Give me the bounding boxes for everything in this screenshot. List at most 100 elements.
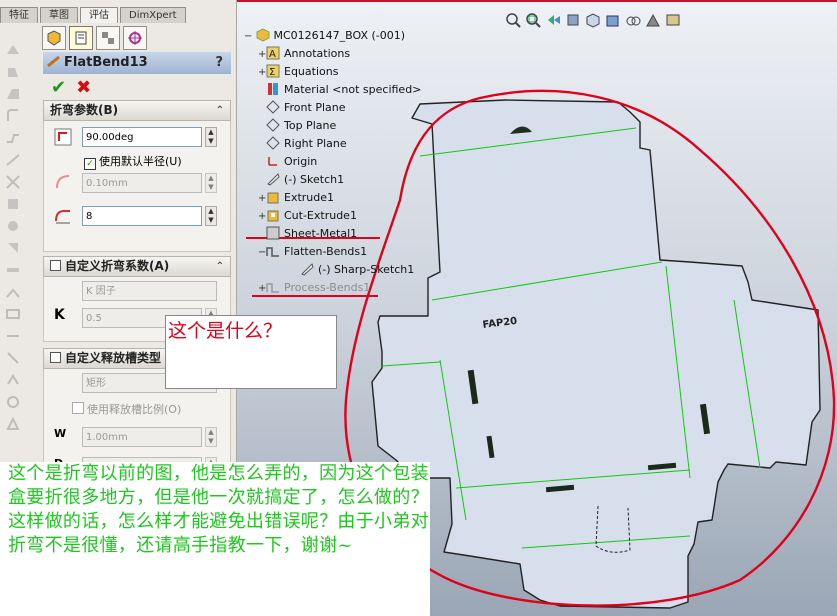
tree-item-label: Extrude1: [284, 191, 335, 204]
base-flange-icon[interactable]: [4, 41, 22, 59]
expand-icon[interactable]: +: [258, 47, 266, 63]
configuration-manager-tab[interactable]: [96, 26, 120, 50]
collapse-chevron-icon[interactable]: ⌃: [216, 101, 224, 120]
collapse-chevron-icon[interactable]: ⌃: [216, 257, 224, 276]
use-default-radius-checkbox[interactable]: ✓ 使用默认半径(U): [84, 153, 182, 170]
tree-item-right-plane[interactable]: Right Plane: [258, 136, 347, 152]
custom-bend-allowance-label: 自定义折弯系数(A): [65, 259, 170, 273]
tree-item-origin[interactable]: Origin: [258, 154, 317, 170]
tree-item-label: Material <not specified>: [284, 83, 422, 96]
tab-features[interactable]: 特征: [0, 7, 38, 23]
part-icon: [256, 28, 269, 42]
flatten-bends-icon: [266, 245, 284, 258]
tree-item-flatten-bends1[interactable]: − Flatten-Bends1: [258, 244, 367, 260]
plane-icon: [266, 118, 284, 132]
feature-title: FlatBend13: [64, 55, 148, 70]
unfold-icon[interactable]: [4, 261, 22, 279]
bend-angle-input[interactable]: 90.00deg: [82, 127, 202, 147]
custom-relief-checkbox[interactable]: [50, 352, 61, 363]
explanation-text: 这个是折弯以前的图，他是怎么弄的，因为这个包装盒要折很多地方，但是他一次就搞定了…: [8, 463, 429, 556]
previous-view-icon[interactable]: [545, 12, 561, 28]
tree-item-sheet-metal1[interactable]: Sheet-Metal1: [258, 226, 357, 242]
view-orientation-icon[interactable]: [585, 12, 601, 28]
welded-corner-icon[interactable]: [4, 217, 22, 235]
tree-item-label: Front Plane: [284, 101, 346, 114]
cancel-x-icon[interactable]: ✖: [76, 77, 91, 98]
tree-item-cut-extrude1[interactable]: + Cut-Extrude1: [258, 208, 357, 224]
extrude-icon: [266, 191, 284, 204]
zoom-to-fit-icon[interactable]: [505, 12, 521, 28]
miter-flange-icon[interactable]: [4, 85, 22, 103]
tab-evaluate[interactable]: 评估: [80, 7, 118, 23]
tree-item-label: Origin: [284, 155, 318, 168]
tree-item-label: Sheet-Metal1: [284, 227, 358, 240]
thickness-spinner[interactable]: ▲ ▼: [205, 206, 217, 226]
thickness-input[interactable]: 8: [82, 206, 202, 226]
bend-radius-spinner[interactable]: ▲ ▼: [205, 173, 217, 193]
tree-item-process-bends1[interactable]: + Process-Bends1: [258, 280, 370, 296]
bend-allowance-type-select[interactable]: K 因子: [82, 281, 217, 301]
expand-icon[interactable]: +: [258, 191, 266, 207]
jog-icon[interactable]: [4, 129, 22, 147]
heads-up-toolbar: [505, 12, 681, 28]
tab-dimxpert[interactable]: DimXpert: [120, 7, 186, 23]
sketched-bend-icon[interactable]: [4, 151, 22, 169]
no-bends-icon[interactable]: [4, 327, 22, 345]
tree-item-top-plane[interactable]: Top Plane: [258, 118, 336, 134]
sheet-metal-part: [371, 99, 821, 609]
custom-bend-allowance-checkbox[interactable]: [50, 260, 61, 271]
expand-icon[interactable]: +: [258, 65, 266, 81]
apply-scene-icon[interactable]: [665, 12, 681, 28]
bend-radius-input[interactable]: 0.10mm: [82, 173, 202, 193]
break-corner-icon[interactable]: [4, 239, 22, 257]
edit-appearance-icon[interactable]: [645, 12, 661, 28]
tree-item-annotations[interactable]: + A Annotations: [258, 46, 350, 62]
use-relief-ratio-checkbox[interactable]: 使用释放槽比例(O): [72, 401, 181, 417]
collapse-icon[interactable]: −: [258, 245, 266, 261]
cross-break-icon[interactable]: [4, 173, 22, 191]
tree-item-label: Annotations: [284, 47, 351, 60]
expand-icon[interactable]: +: [258, 209, 266, 225]
tree-item-material-not-specified[interactable]: Material <not specified>: [258, 82, 421, 98]
tree-item-front-plane[interactable]: Front Plane: [258, 100, 346, 116]
tree-root[interactable]: − MC0126147_BOX (-001): [244, 28, 405, 44]
manager-tabs: [42, 26, 150, 50]
svg-text:A: A: [269, 49, 276, 60]
closed-corner-icon[interactable]: [4, 195, 22, 213]
property-manager-tab[interactable]: [69, 26, 93, 50]
hem-icon[interactable]: [4, 107, 22, 125]
flatten-icon[interactable]: [4, 305, 22, 323]
relief-width-spinner[interactable]: ▲ ▼: [205, 427, 217, 447]
forming-tool-icon[interactable]: [4, 415, 22, 433]
corner-relief-icon[interactable]: [4, 393, 22, 411]
dimxpert-manager-tab[interactable]: [123, 26, 147, 50]
insert-bends-icon[interactable]: [4, 371, 22, 389]
tree-item-sharp-sketch1[interactable]: (-) Sharp-Sketch1: [292, 262, 414, 278]
tree-item-sketch1[interactable]: (-) Sketch1: [258, 172, 344, 188]
bend-angle-spinner[interactable]: ▲ ▼: [205, 127, 217, 147]
ok-check-icon[interactable]: ✔: [51, 77, 66, 98]
tree-item-extrude1[interactable]: + Extrude1: [258, 190, 334, 206]
bend-parameters-header[interactable]: 折弯参数(B) ⌃: [43, 100, 231, 121]
checkbox-empty-icon: [72, 402, 84, 414]
flat-bend-icon: [47, 55, 60, 68]
custom-bend-allowance-header[interactable]: 自定义折弯系数(A) ⌃: [43, 256, 231, 277]
relief-width-input[interactable]: 1.00mm: [82, 427, 202, 447]
expand-icon[interactable]: +: [258, 281, 266, 297]
collapse-icon[interactable]: −: [244, 29, 252, 45]
k-factor-label: K: [54, 307, 65, 323]
hide-show-icon[interactable]: [625, 12, 641, 28]
display-style-icon[interactable]: [605, 12, 621, 28]
fold-icon[interactable]: [4, 283, 22, 301]
edge-flange-icon[interactable]: [4, 63, 22, 81]
tree-root-label: MC0126147_BOX (-001): [273, 29, 406, 42]
tree-item-equations[interactable]: + Σ Equations: [258, 64, 338, 80]
section-view-icon[interactable]: [565, 12, 581, 28]
zoom-area-icon[interactable]: [525, 12, 541, 28]
tab-sketch[interactable]: 草图: [40, 7, 78, 23]
tree-item-label: Top Plane: [284, 119, 337, 132]
feature-manager-tab[interactable]: [42, 26, 66, 50]
help-button[interactable]: ?: [215, 52, 223, 74]
rip-icon[interactable]: [4, 349, 22, 367]
question-callout-text: 这个是什么？: [168, 320, 283, 342]
